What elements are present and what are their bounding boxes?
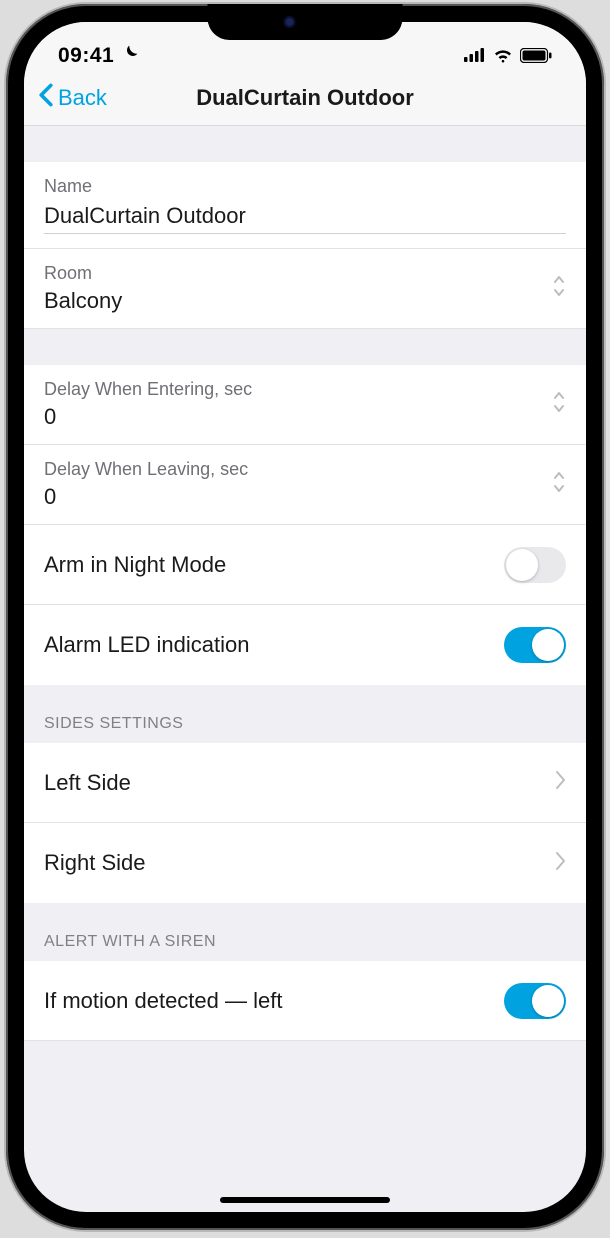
screen: 09:41 xyxy=(24,22,586,1212)
arm-night-label: Arm in Night Mode xyxy=(44,552,226,578)
stepper-icon xyxy=(552,273,566,304)
navigation-bar: Back DualCurtain Outdoor xyxy=(24,70,586,126)
delay-entering-value: 0 xyxy=(44,404,552,430)
right-side-label: Right Side xyxy=(44,850,146,876)
room-label: Room xyxy=(44,263,552,284)
delay-entering-cell[interactable]: Delay When Entering, sec 0 xyxy=(24,365,586,445)
chevron-right-icon xyxy=(555,770,566,795)
room-value: Balcony xyxy=(44,288,552,314)
alarm-led-cell: Alarm LED indication xyxy=(24,605,586,685)
notch xyxy=(208,4,403,40)
back-label: Back xyxy=(58,85,107,111)
chevron-right-icon xyxy=(555,851,566,876)
stepper-icon xyxy=(552,469,566,500)
status-time: 09:41 xyxy=(58,44,114,68)
alarm-led-toggle[interactable] xyxy=(504,627,566,663)
name-cell[interactable]: Name DualCurtain Outdoor xyxy=(24,162,586,249)
arm-night-toggle[interactable] xyxy=(504,547,566,583)
home-indicator[interactable] xyxy=(220,1197,390,1203)
wifi-icon xyxy=(492,47,514,68)
back-button[interactable]: Back xyxy=(24,83,107,113)
moon-icon xyxy=(120,43,140,68)
name-label: Name xyxy=(44,176,566,197)
siren-header: ALERT WITH A SIREN xyxy=(24,903,586,961)
content-scroll[interactable]: Name DualCurtain Outdoor Room Balcony xyxy=(24,126,586,1212)
motion-left-label: If motion detected — left xyxy=(44,988,282,1014)
room-cell[interactable]: Room Balcony xyxy=(24,249,586,329)
right-side-cell[interactable]: Right Side xyxy=(24,823,586,903)
delay-leaving-label: Delay When Leaving, sec xyxy=(44,459,552,480)
motion-left-toggle[interactable] xyxy=(504,983,566,1019)
delay-entering-label: Delay When Entering, sec xyxy=(44,379,552,400)
alarm-led-label: Alarm LED indication xyxy=(44,632,249,658)
left-side-cell[interactable]: Left Side xyxy=(24,743,586,823)
left-side-label: Left Side xyxy=(44,770,131,796)
delay-leaving-cell[interactable]: Delay When Leaving, sec 0 xyxy=(24,445,586,525)
arm-night-cell: Arm in Night Mode xyxy=(24,525,586,605)
delay-leaving-value: 0 xyxy=(44,484,552,510)
name-input[interactable]: DualCurtain Outdoor xyxy=(44,203,566,234)
battery-icon xyxy=(520,48,552,68)
sides-settings-header: SIDES SETTINGS xyxy=(24,685,586,743)
chevron-left-icon xyxy=(38,83,54,113)
cellular-icon xyxy=(464,48,486,67)
motion-left-cell: If motion detected — left xyxy=(24,961,586,1041)
phone-frame: 09:41 xyxy=(6,4,604,1230)
page-title: DualCurtain Outdoor xyxy=(24,85,586,111)
stepper-icon xyxy=(552,389,566,420)
